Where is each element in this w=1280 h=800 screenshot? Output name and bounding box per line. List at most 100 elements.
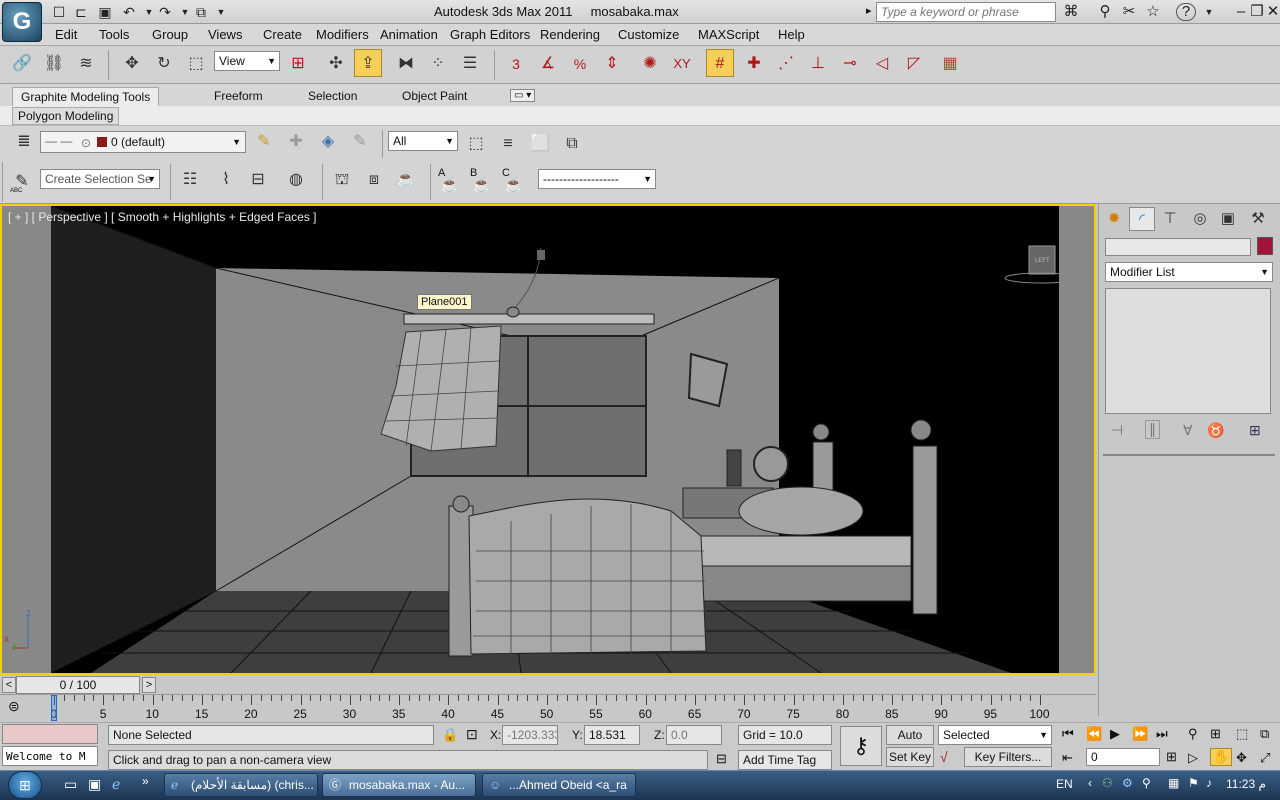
- select-and-link-icon[interactable]: 🔗: [8, 50, 36, 78]
- search-input[interactable]: [876, 2, 1056, 22]
- menu-create[interactable]: Create: [263, 27, 302, 42]
- mini-curve-editor-icon[interactable]: ⊜: [8, 698, 20, 715]
- redo-icon[interactable]: ↷: [156, 3, 174, 21]
- mirror-icon[interactable]: ⧓: [392, 50, 420, 78]
- selection-filter-dropdown[interactable]: All ▼: [388, 131, 458, 151]
- tray-app-icon[interactable]: ⚙: [1122, 776, 1133, 790]
- modifier-list-dropdown[interactable]: Modifier List ▼: [1105, 262, 1273, 282]
- pin-stack-icon[interactable]: ⊣: [1111, 422, 1123, 439]
- help-dropdown-icon[interactable]: ▼: [1198, 2, 1220, 22]
- previous-frame-icon[interactable]: ⏪: [1086, 726, 1102, 742]
- remove-modifier-icon[interactable]: ♉: [1207, 422, 1224, 439]
- material-editor-icon[interactable]: ◍: [282, 166, 310, 194]
- render-preset-c-icon[interactable]: ☕: [500, 172, 528, 200]
- quick-access-dropdown-icon[interactable]: ▼: [212, 3, 230, 21]
- play-icon[interactable]: ▶: [1110, 726, 1120, 742]
- current-frame-field[interactable]: [1086, 748, 1160, 766]
- menu-animation[interactable]: Animation: [380, 27, 438, 42]
- z-coord-field[interactable]: [666, 725, 722, 745]
- snap-edge-icon[interactable]: ⊸: [836, 50, 864, 78]
- render-preset-dropdown[interactable]: ------------------- ▼: [538, 169, 656, 189]
- binoculars-icon[interactable]: ⌘: [1060, 2, 1082, 22]
- object-color-swatch[interactable]: [1257, 237, 1273, 255]
- perspective-viewport[interactable]: LEFT Plane001 [ + ] [ Perspective ] [ Sm…: [0, 204, 1096, 675]
- quick-launch-overflow-icon[interactable]: »: [142, 774, 149, 788]
- render-preset-a-icon[interactable]: ☕: [436, 172, 464, 200]
- undo-icon[interactable]: ↶: [120, 3, 138, 21]
- named-selection-dropdown[interactable]: Create Selection Se ▼: [40, 169, 160, 189]
- viewcube-label[interactable]: LEFT: [1035, 258, 1050, 264]
- viewport-label[interactable]: [ + ] [ Perspective ] [ Smooth + Highlig…: [8, 210, 317, 224]
- open-file-icon[interactable]: ⊏: [72, 3, 90, 21]
- snap-face-icon[interactable]: ◁: [868, 50, 896, 78]
- quick-launch-app-icon[interactable]: ▣: [88, 776, 101, 793]
- tab-graphite-modeling-tools[interactable]: Graphite Modeling Tools: [12, 87, 160, 106]
- bind-to-space-warp-icon[interactable]: ≋: [72, 50, 100, 78]
- show-desktop-icon[interactable]: ▭: [64, 776, 77, 793]
- use-pivot-center-icon[interactable]: ⊞: [284, 50, 312, 78]
- object-name-field[interactable]: [1105, 238, 1251, 256]
- track-bar[interactable]: 0 5 10 15 20 25 30 35 40 45 50 55 60 65 70 75 80 85 90 95 10…: [0, 694, 1096, 722]
- time-slider-prev-button[interactable]: <: [2, 677, 16, 693]
- taskbar-item-browser[interactable]: ℯ (مسابقة الأحلام) (chris...: [164, 773, 318, 797]
- taskbar-item-messenger[interactable]: ☺ ...Ahmed Obeid <a_ra: [482, 773, 636, 797]
- menu-edit[interactable]: Edit: [55, 27, 77, 42]
- viewport-scene[interactable]: LEFT Plane001: [51, 206, 1059, 673]
- menu-views[interactable]: Views: [208, 27, 242, 42]
- language-indicator[interactable]: EN: [1056, 777, 1073, 791]
- render-setup-icon[interactable]: ⛫: [328, 166, 356, 194]
- default-tangent-icon[interactable]: √: [940, 749, 948, 765]
- favorites-star-icon[interactable]: ☆: [1142, 2, 1164, 22]
- zoom-extents-all-icon[interactable]: ⧉: [1260, 726, 1269, 742]
- angle-snap-icon[interactable]: ∡: [534, 50, 562, 78]
- polygon-modeling-panel-title[interactable]: Polygon Modeling: [12, 107, 120, 125]
- app-logo-icon[interactable]: G: [2, 2, 42, 42]
- field-of-view-icon[interactable]: ▷: [1188, 750, 1198, 766]
- edit-named-selection-icon[interactable]: ✺: [636, 50, 664, 78]
- taskbar-item-3dsmax[interactable]: Ⓖ mosabaka.max - Au...: [322, 773, 476, 797]
- maxscript-listener-input[interactable]: [2, 746, 98, 766]
- set-current-layer-icon[interactable]: ✎: [346, 128, 374, 156]
- current-frame-marker[interactable]: [51, 695, 57, 721]
- make-unique-icon[interactable]: ∀: [1183, 422, 1193, 439]
- unlink-selection-icon[interactable]: ⛓: [40, 50, 68, 78]
- expand-arrow-icon[interactable]: ▸: [866, 4, 872, 17]
- rendered-frame-window-icon[interactable]: ⧈: [360, 166, 388, 194]
- project-folder-icon[interactable]: ⧉: [192, 3, 210, 21]
- menu-customize[interactable]: Customize: [618, 27, 679, 42]
- menu-graph-editors[interactable]: Graph Editors: [450, 27, 530, 42]
- set-keys-key-icon[interactable]: ⚷: [840, 726, 882, 766]
- window-crossing-icon[interactable]: ⧉: [558, 130, 586, 158]
- tab-object-paint[interactable]: Object Paint: [394, 87, 475, 106]
- curve-editor-icon[interactable]: ⌇: [212, 166, 240, 194]
- snap-grid-points-icon[interactable]: ▦: [936, 50, 964, 78]
- key-filters-button[interactable]: Key Filters...: [964, 747, 1052, 767]
- selection-lock-icon[interactable]: 🔒: [442, 727, 458, 743]
- align-icon[interactable]: ⁘: [424, 50, 452, 78]
- percent-snap-button[interactable]: %: [566, 50, 594, 78]
- reference-coordinate-dropdown[interactable]: View ▼: [214, 51, 280, 71]
- select-and-manipulate-icon[interactable]: ✣: [322, 50, 350, 78]
- auto-key-button[interactable]: Auto Key: [886, 725, 934, 760]
- rectangular-selection-icon[interactable]: ⬜: [526, 130, 554, 158]
- select-in-layer-icon[interactable]: ◈: [314, 128, 342, 156]
- select-by-name-icon[interactable]: ≡: [494, 130, 522, 158]
- subscription-icon[interactable]: ⚲: [1094, 2, 1116, 22]
- modifier-stack[interactable]: [1105, 288, 1271, 414]
- next-frame-icon[interactable]: ⏩: [1132, 726, 1148, 742]
- create-layer-icon[interactable]: ✎: [250, 128, 278, 156]
- save-icon[interactable]: ▣: [96, 3, 114, 21]
- snap-vertex-icon[interactable]: ✚: [740, 50, 768, 78]
- menu-tools[interactable]: Tools: [99, 27, 129, 42]
- keyboard-shortcut-override-icon[interactable]: ⇪: [354, 49, 382, 77]
- maximize-viewport-icon[interactable]: ⤢: [1260, 750, 1270, 766]
- help-button[interactable]: ?: [1176, 3, 1196, 21]
- time-configuration-icon[interactable]: ⊞: [1166, 749, 1177, 765]
- snap-midpoint-icon[interactable]: ⊥: [804, 50, 832, 78]
- time-slider-next-button[interactable]: >: [142, 677, 156, 693]
- go-to-start-icon[interactable]: ⏮: [1062, 726, 1074, 742]
- utilities-tab-icon[interactable]: ⚒: [1245, 207, 1271, 231]
- spinner-snap-icon[interactable]: ⇕: [598, 50, 626, 78]
- tray-expand-icon[interactable]: ‹: [1088, 776, 1092, 790]
- hierarchy-tab-icon[interactable]: ⊤: [1157, 207, 1183, 231]
